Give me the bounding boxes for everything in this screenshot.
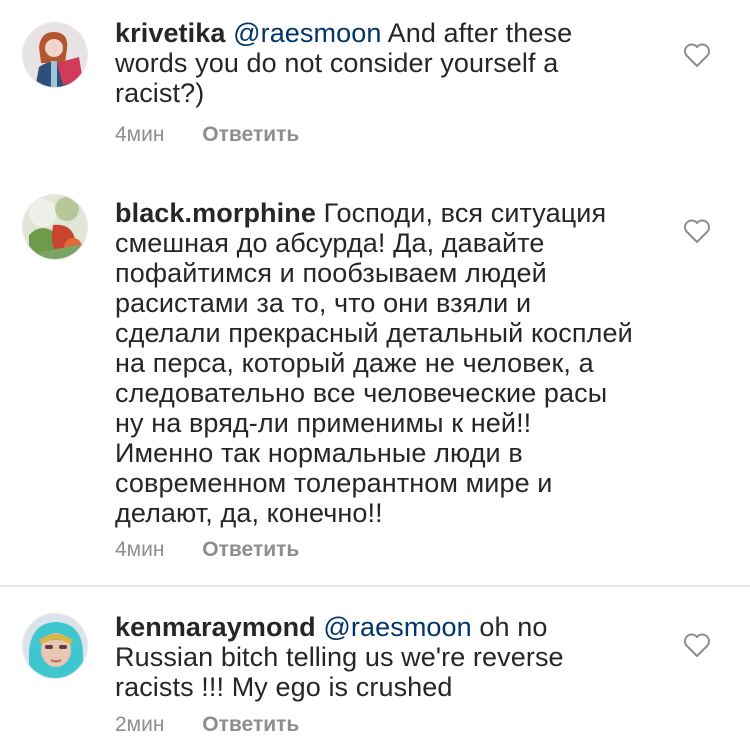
comment-body: Господи, вся ситуация смешная до абсурда… <box>115 198 633 528</box>
reply-button[interactable]: Ответить <box>202 713 299 736</box>
avatar[interactable] <box>22 194 88 260</box>
comment-username[interactable]: krivetika <box>115 18 225 48</box>
comment-meta: 2мин Ответить <box>115 713 299 737</box>
heart-outline-icon[interactable] <box>683 632 711 658</box>
comment-time: 4мин <box>115 538 165 561</box>
comment-item: kenmaraymond @raesmoon oh no Russian bit… <box>0 587 750 751</box>
avatar-image <box>23 614 87 678</box>
comment-username[interactable]: kenmaraymond <box>115 612 316 642</box>
reply-button[interactable]: Ответить <box>202 538 299 561</box>
reply-button[interactable]: Ответить <box>202 123 299 146</box>
heart-outline-icon[interactable] <box>683 42 711 68</box>
comment-text: kenmaraymond @raesmoon oh no Russian bit… <box>115 612 635 702</box>
avatar[interactable] <box>22 22 88 88</box>
comment-text: black.morphine Господи, вся ситуация сме… <box>115 198 635 528</box>
comment-mention[interactable]: @raesmoon <box>233 18 381 48</box>
avatar[interactable] <box>22 613 88 679</box>
comment-mention[interactable]: @raesmoon <box>323 612 471 642</box>
comment-meta: 4мин Ответить <box>115 123 299 147</box>
comment-item: black.morphine Господи, вся ситуация сме… <box>0 170 750 585</box>
comment-item: krivetika @raesmoon And after these word… <box>0 0 750 170</box>
heart-outline-icon[interactable] <box>683 218 711 244</box>
comment-time: 4мин <box>115 123 165 146</box>
comment-username[interactable]: black.morphine <box>115 198 316 228</box>
comment-time: 2мин <box>115 713 165 736</box>
avatar-image <box>23 23 87 87</box>
comment-meta: 4мин Ответить <box>115 538 299 562</box>
comment-text: krivetika @raesmoon And after these word… <box>115 18 635 108</box>
avatar-image <box>23 195 87 259</box>
